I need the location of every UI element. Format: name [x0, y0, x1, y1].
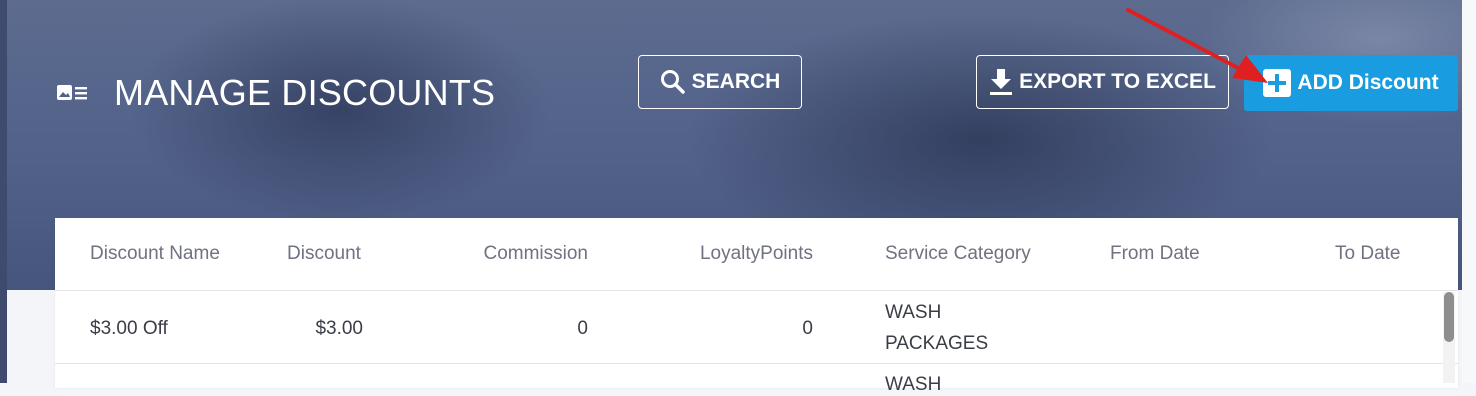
list-card-icon	[57, 85, 87, 100]
download-icon	[990, 69, 1013, 95]
right-edge	[1462, 0, 1476, 383]
cell-discount: $3.00	[315, 318, 363, 339]
search-button-label: SEARCH	[691, 70, 781, 93]
cell-service-category-line1: WASH	[885, 302, 942, 323]
cell-discount-name: $3.00 Off	[90, 318, 168, 339]
scrollbar-thumb[interactable]	[1444, 292, 1454, 342]
table-row[interactable]: WASH	[55, 364, 1458, 395]
column-header-discount-name[interactable]: Discount Name	[90, 243, 220, 265]
search-icon	[660, 70, 685, 94]
table-scrollbar[interactable]	[1443, 292, 1455, 383]
annotation-arrow-icon	[1126, 8, 1268, 83]
cell-service-category-line1: WASH	[885, 374, 942, 395]
discounts-table: Discount Name Discount Commission Loyalt…	[55, 218, 1458, 395]
cell-loyalty-points: 0	[802, 318, 813, 339]
column-header-commission[interactable]: Commission	[460, 243, 588, 265]
page-title: MANAGE DISCOUNTS	[114, 72, 496, 113]
column-header-to-date[interactable]: To Date	[1335, 243, 1400, 265]
search-button[interactable]: SEARCH	[638, 55, 802, 109]
table-row[interactable]: $3.00 Off $3.00 0 0 WASH PACKAGES	[55, 291, 1458, 364]
page-header: MANAGE DISCOUNTS	[56, 72, 495, 114]
column-header-service-category[interactable]: Service Category	[885, 243, 1031, 265]
column-header-from-date[interactable]: From Date	[1110, 243, 1200, 265]
left-edge	[0, 0, 7, 383]
cell-commission: 0	[577, 318, 588, 339]
column-header-discount[interactable]: Discount	[287, 243, 361, 265]
add-discount-label: ADD Discount	[1297, 71, 1439, 94]
column-header-loyalty-points[interactable]: LoyaltyPoints	[655, 243, 813, 265]
table-header: Discount Name Discount Commission Loyalt…	[55, 218, 1458, 291]
cell-service-category-line2: PACKAGES	[885, 333, 989, 354]
